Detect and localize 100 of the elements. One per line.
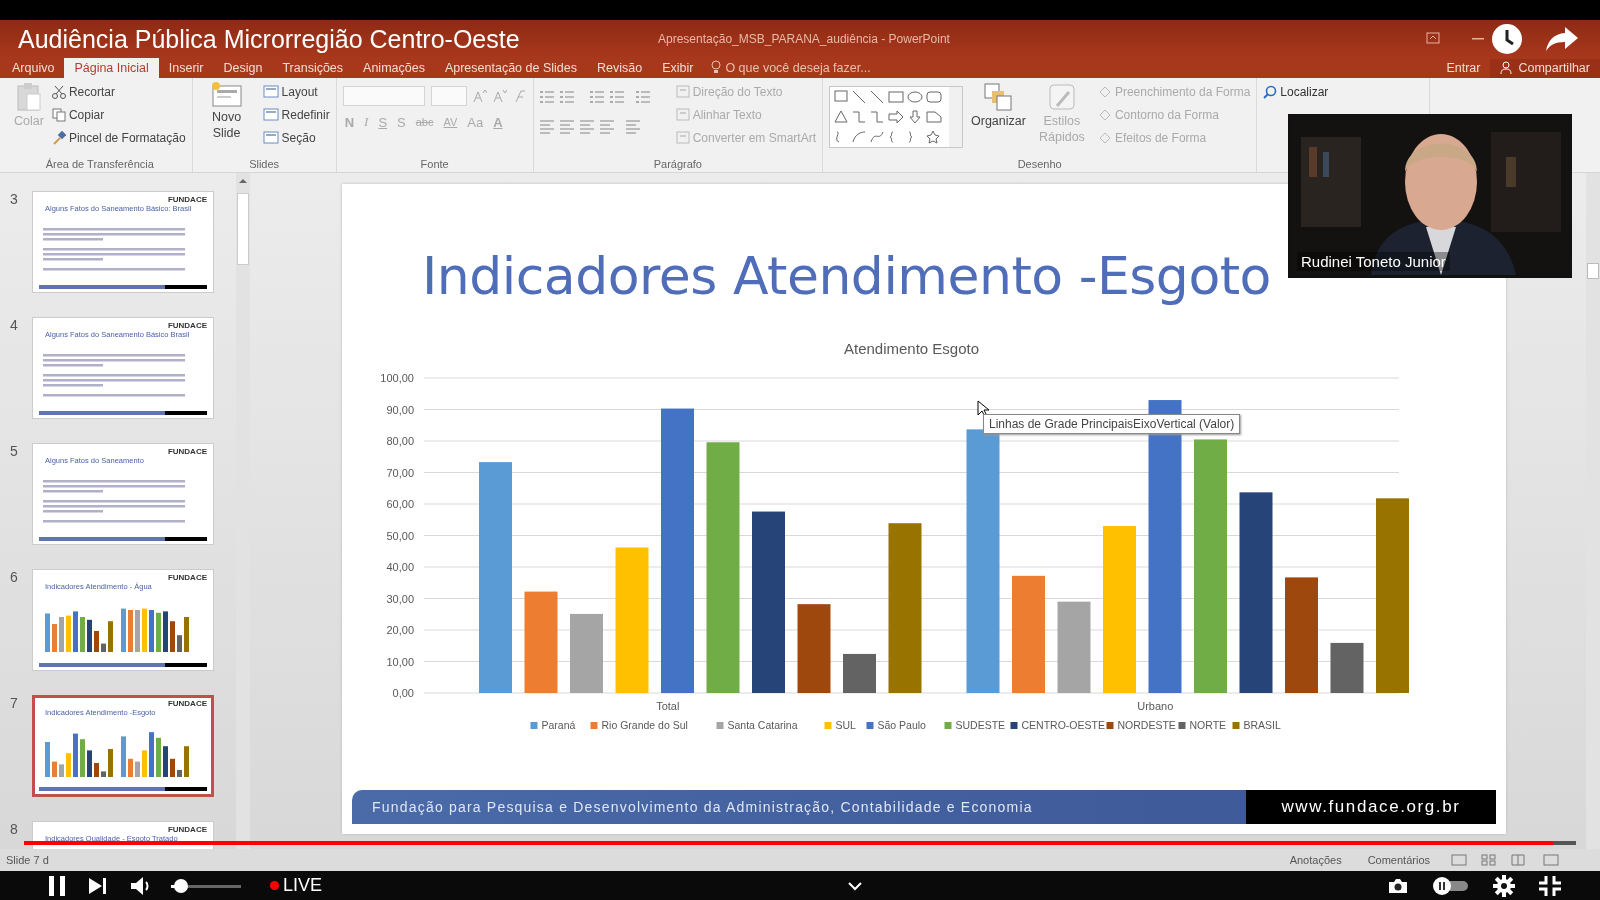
mouse-cursor-icon: [977, 400, 989, 418]
view-buttons-drawing[interactable]: [1450, 853, 1560, 867]
settings-icon[interactable]: [1492, 873, 1516, 898]
comments-button[interactable]: Comentários: [1361, 853, 1436, 867]
font-size-field[interactable]: [430, 86, 467, 106]
scroll-up-icon[interactable]: [238, 177, 248, 185]
chart-title: Atendimento Esgoto: [843, 340, 980, 357]
search-icon: [1263, 84, 1278, 99]
window-title: Apresentação_MSB_PARANA_audiência - PowerPoint: [658, 32, 950, 46]
new-slide-button[interactable]: Novo Slide: [198, 82, 255, 142]
diamond-icon: [1097, 85, 1112, 98]
ribbon-tab[interactable]: Exibir: [652, 58, 704, 78]
slide-number: 8: [10, 821, 19, 839]
legend-label: Rio Grande do Sul: [601, 719, 688, 731]
notes-button[interactable]: Anotações: [1283, 853, 1348, 867]
find-button[interactable]: Localizar: [1263, 82, 1329, 101]
legend-label: SUDESTE: [955, 719, 1006, 731]
category-label: Urbano: [1137, 700, 1174, 712]
shapes-gallery[interactable]: [829, 86, 963, 148]
participant-name: Rudinei Toneto Junior: [1297, 252, 1450, 271]
ribbon-tab[interactable]: Design: [213, 58, 273, 78]
ribbon-tab[interactable]: Inserir: [158, 58, 214, 78]
slide-number: 5: [10, 443, 19, 461]
clock-icon[interactable]: [1491, 23, 1523, 55]
group-label: Desenho: [1016, 158, 1063, 170]
ribbon-command[interactable]: Recortar: [51, 82, 186, 101]
legend-label: NORDESTE: [1117, 719, 1176, 731]
ribbon-tab[interactable]: Animações: [353, 58, 435, 78]
new-slide-icon: [210, 82, 243, 108]
font-name-field[interactable]: [342, 86, 425, 106]
axis-label: 60,00: [386, 498, 414, 510]
footer-text: Fundação para Pesquisa e Desenvolvimento da Administração, Contabilidade e Economia: [352, 790, 1246, 824]
group-label: Slides: [248, 158, 281, 170]
legend-label: BRASIL: [1243, 719, 1281, 731]
ribbon-command[interactable]: Pincel de Formatação: [51, 128, 186, 147]
ribbon-command[interactable]: Redefinir: [262, 105, 330, 124]
logo-text: FUNDACE: [167, 195, 207, 204]
slide-layout-icon: [262, 108, 279, 121]
text-box-icon: [675, 85, 690, 98]
scrollbar-thumb[interactable]: [237, 193, 249, 265]
ribbon-tab[interactable]: Transições: [272, 58, 354, 78]
tooltip: Linhas de Grade PrincipaisEixoVertical (Valor): [983, 414, 1241, 434]
camera-icon[interactable]: [1388, 877, 1408, 894]
lightbulb-icon: [711, 60, 722, 74]
legend-label: SUL: [835, 719, 856, 731]
logo-text: FUNDACE: [167, 699, 207, 708]
legend-label: Paraná: [541, 719, 576, 731]
axis-label: 70,00: [386, 466, 414, 479]
ribbon-tab[interactable]: Página Inicial: [64, 58, 159, 78]
sign-in-link[interactable]: Entrar: [1436, 59, 1491, 78]
ribbon-options-icon[interactable]: [1426, 32, 1440, 44]
arrange-icon: [983, 82, 1014, 112]
ribbon-command[interactable]: Copiar: [51, 105, 186, 124]
chevron-down-icon[interactable]: [847, 880, 863, 891]
ribbon-command[interactable]: Seção: [262, 128, 330, 147]
slide-number: 7: [10, 695, 19, 713]
logo-text: FUNDACE: [167, 447, 207, 456]
axis-label: 0,00: [392, 687, 414, 699]
diamond-icon: [1097, 131, 1112, 144]
exit-fullscreen-icon[interactable]: [1538, 874, 1562, 897]
scrollbar[interactable]: [1586, 173, 1600, 849]
legend-label: Santa Catarina: [727, 719, 798, 731]
category-label: Total: [656, 700, 680, 712]
next-icon[interactable]: [88, 876, 108, 895]
logo-text: FUNDACE: [167, 573, 207, 582]
minimize-icon[interactable]: [1472, 37, 1484, 41]
ribbon-command[interactable]: Layout: [262, 82, 330, 101]
tell-me-search[interactable]: O que você deseja fazer...: [725, 61, 871, 78]
slide-number: 6: [10, 569, 19, 587]
slide-title: Indicadores Atendimento -Esgoto: [422, 246, 1271, 306]
axis-label: 100,00: [380, 372, 414, 384]
text-box-icon: [675, 108, 690, 121]
ribbon-tab[interactable]: Arquivo: [2, 58, 65, 78]
group-label: Fonte: [419, 158, 450, 170]
axis-label: 40,00: [386, 561, 414, 573]
slide-number: 4: [10, 317, 19, 335]
clipboard-icon: [15, 82, 42, 112]
axis-label: 20,00: [386, 624, 414, 636]
ribbon-tab[interactable]: Revisão: [586, 58, 653, 78]
diamond-icon: [1097, 108, 1112, 121]
pause-icon[interactable]: [48, 874, 66, 897]
share-button[interactable]: Compartilhar: [1490, 59, 1600, 78]
arrange-button[interactable]: Organizar: [971, 82, 1026, 128]
video-title: Audiência Pública Microrregião Centro-Oeste: [18, 24, 521, 54]
group-label: Parágrafo: [652, 158, 703, 170]
ribbon-tab[interactable]: Apresentação de Slides: [434, 58, 587, 78]
axis-label: 80,00: [386, 435, 414, 447]
axis-label: 90,00: [386, 403, 414, 416]
scrollbar-thumb[interactable]: [1587, 263, 1599, 279]
axis-label: 50,00: [386, 529, 414, 542]
person-icon: [1500, 61, 1515, 75]
logo-text: FUNDACE: [167, 321, 207, 330]
autoplay-toggle[interactable]: [1430, 875, 1470, 896]
scissors-icon: [51, 84, 66, 99]
slide-layout-icon: [262, 85, 279, 98]
live-indicator: LIVE: [270, 875, 323, 896]
axis-label: 10,00: [386, 655, 414, 668]
chart-bar: [1330, 642, 1364, 693]
share-icon[interactable]: [1545, 25, 1579, 53]
text-box-icon: [675, 131, 690, 144]
